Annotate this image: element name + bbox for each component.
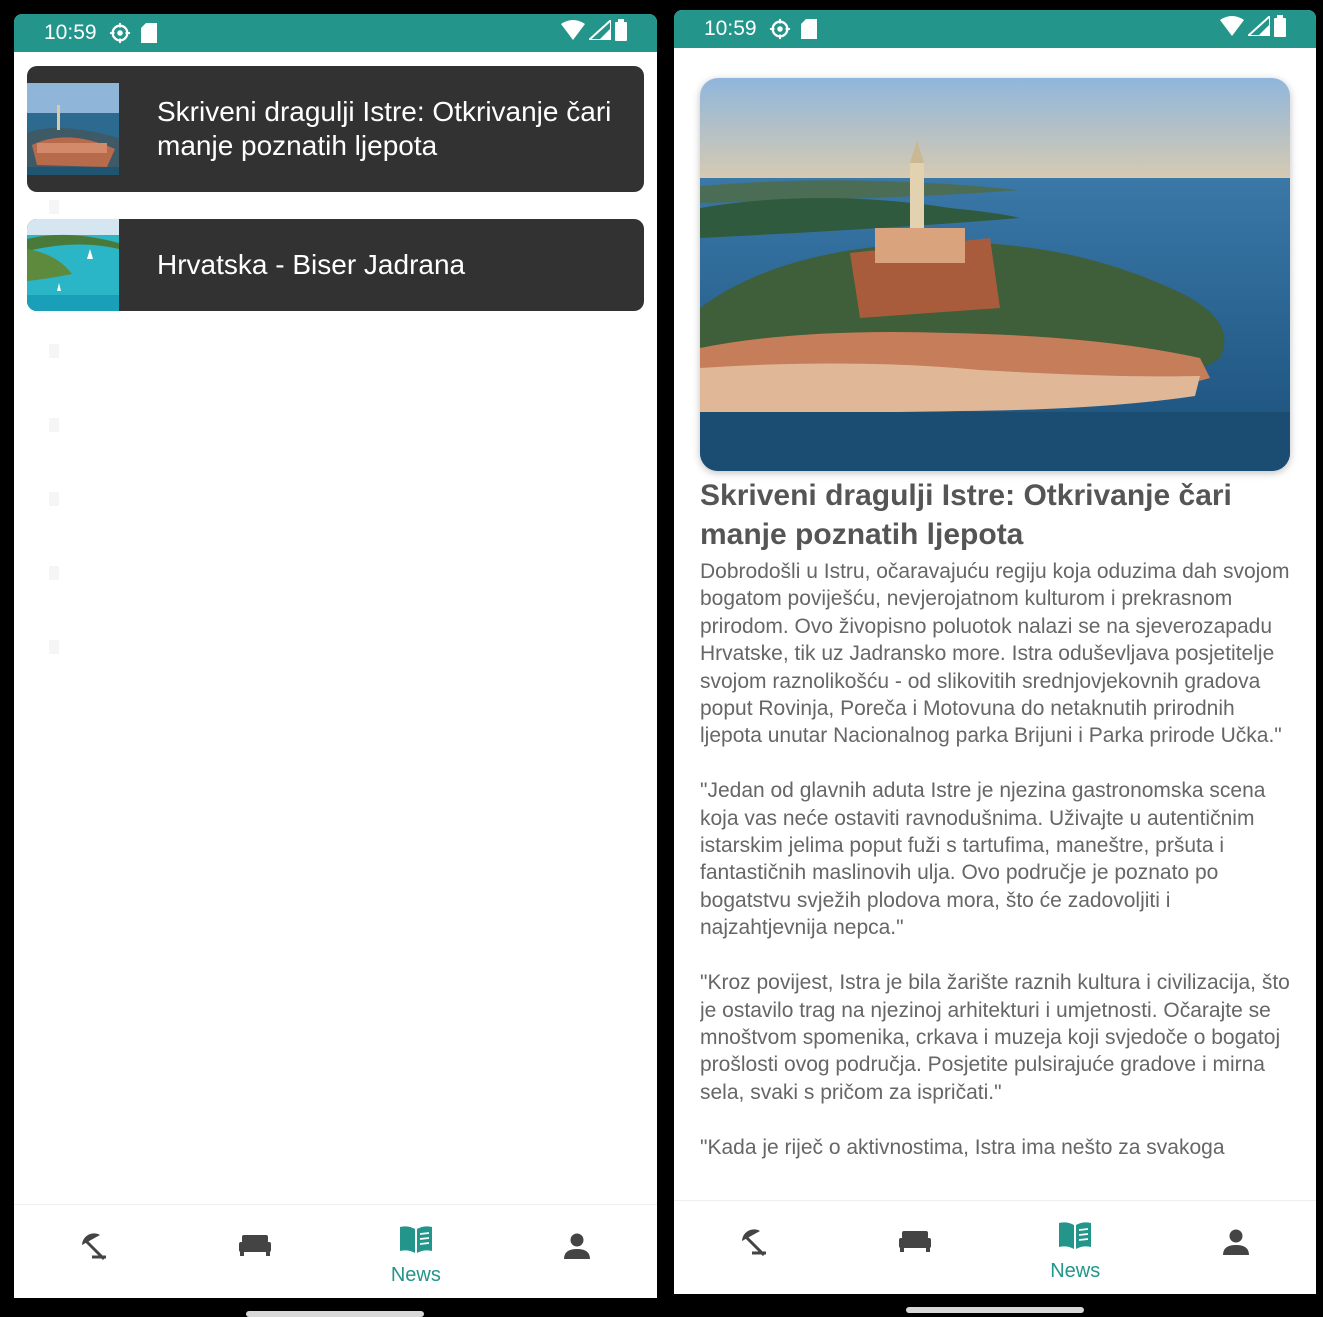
- bed-icon: [238, 1231, 272, 1264]
- wifi-icon: [561, 20, 585, 46]
- news-thumbnail-rovinj: [27, 83, 119, 175]
- battery-icon: [615, 19, 627, 47]
- person-icon: [1221, 1227, 1251, 1262]
- status-time: 10:59: [44, 21, 97, 44]
- placeholder-mark: [49, 640, 59, 654]
- news-card[interactable]: Hrvatska - Biser Jadrana: [27, 219, 644, 311]
- bottom-navigation: News: [674, 1200, 1316, 1294]
- article-body[interactable]: Dobrodošli u Istru, očaravajuću regiju k…: [700, 558, 1296, 1200]
- news-list-screen: 10:59 Skriveni dragulji Istre: Otkrivanj…: [14, 14, 657, 1298]
- sd-card-icon: [140, 23, 157, 43]
- settings-gear-icon: [109, 22, 131, 44]
- home-indicator[interactable]: [246, 1311, 424, 1317]
- nav-item-profile[interactable]: [496, 1205, 657, 1266]
- nav-item-beach[interactable]: [14, 1205, 175, 1268]
- home-indicator[interactable]: [906, 1307, 1084, 1313]
- bed-icon: [898, 1227, 932, 1260]
- sd-card-icon: [800, 19, 817, 39]
- article-title: Skriveni dragulji Istre: Otkrivanje čari…: [700, 479, 1232, 551]
- nav-label-news: News: [1050, 1260, 1101, 1282]
- cell-signal-icon: [1245, 13, 1271, 42]
- news-thumbnail-coast: [27, 219, 119, 311]
- news-title: Skriveni dragulji Istre: Otkrivanje čari…: [157, 96, 612, 161]
- news-card[interactable]: Skriveni dragulji Istre: Otkrivanje čari…: [27, 66, 644, 192]
- placeholder-mark: [49, 492, 59, 506]
- status-bar: 10:59: [14, 14, 657, 52]
- nav-item-profile[interactable]: [1156, 1201, 1317, 1262]
- status-time: 10:59: [704, 17, 757, 40]
- settings-gear-icon: [769, 18, 791, 40]
- article-detail-screen: 10:59 Skriveni dragulji Istre: Otkrivanj…: [674, 10, 1316, 1294]
- beach-umbrella-icon: [738, 1227, 770, 1264]
- status-bar: 10:59: [674, 10, 1316, 48]
- article-hero-image: [700, 78, 1290, 471]
- placeholder-mark: [49, 418, 59, 432]
- news-book-icon: [1057, 1221, 1093, 1256]
- nav-item-beach[interactable]: [674, 1201, 835, 1264]
- news-title: Hrvatska - Biser Jadrana: [157, 249, 466, 280]
- bottom-navigation: News: [14, 1204, 657, 1298]
- nav-item-accommodation[interactable]: [175, 1205, 336, 1264]
- cell-signal-icon: [586, 17, 612, 46]
- wifi-icon: [1220, 16, 1244, 42]
- nav-label-news: News: [390, 1264, 441, 1286]
- news-book-icon: [398, 1225, 434, 1260]
- placeholder-mark: [49, 200, 59, 214]
- nav-item-news[interactable]: News: [336, 1205, 497, 1287]
- person-icon: [562, 1231, 592, 1266]
- nav-item-news[interactable]: News: [995, 1201, 1156, 1283]
- placeholder-mark: [49, 344, 59, 358]
- placeholder-mark: [49, 566, 59, 580]
- beach-umbrella-icon: [78, 1231, 110, 1268]
- battery-icon: [1274, 15, 1286, 43]
- nav-item-accommodation[interactable]: [835, 1201, 996, 1260]
